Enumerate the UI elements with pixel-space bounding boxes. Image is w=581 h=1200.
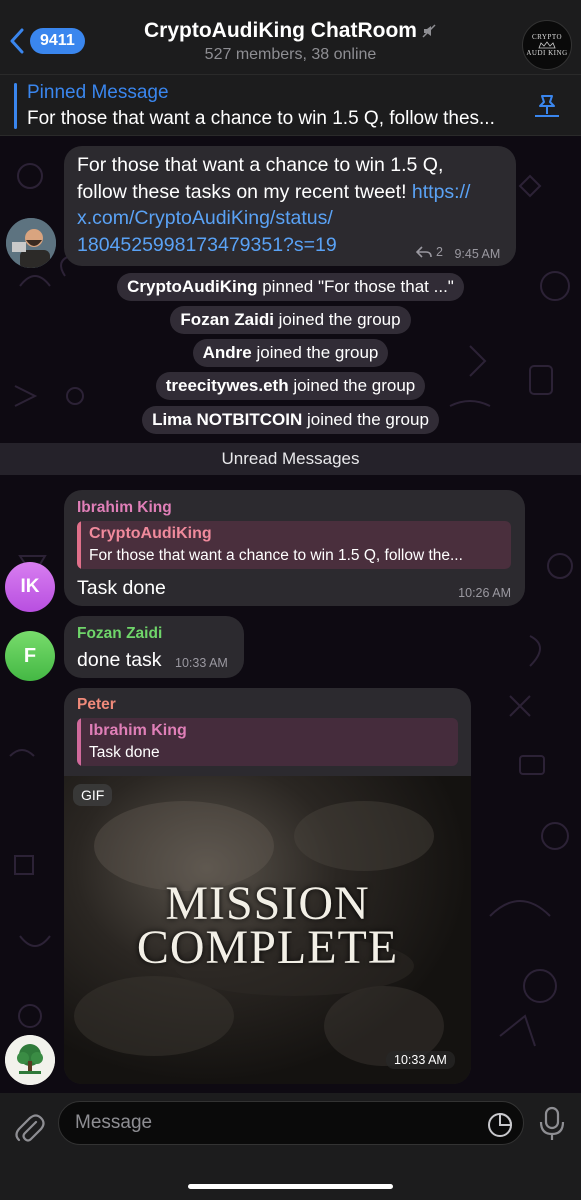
group-avatar-line1: CRYPTO <box>531 33 563 41</box>
message-text: done task <box>77 649 162 671</box>
quote-bar <box>77 718 81 766</box>
service-message: CryptoAudiKing pinned "For those that ..… <box>0 273 581 301</box>
sender-name[interactable]: Fozan Zaidi <box>77 625 162 643</box>
gif-media[interactable]: GIF MISSION COMPLETE 10:33 AM <box>64 776 471 1084</box>
sender-avatar-cryptoaudiking[interactable] <box>6 218 56 268</box>
pinned-message-bar[interactable]: Pinned Message For those that want a cha… <box>0 74 581 136</box>
chat-title-text: CryptoAudiKing ChatRoom <box>144 19 417 42</box>
tweet-link-part1[interactable]: https:// <box>412 181 471 203</box>
service-actor: CryptoAudiKing <box>127 277 258 296</box>
message-text-line2: follow these tasks on my recent tweet! <box>77 180 412 203</box>
sender-name[interactable]: Peter <box>77 696 116 714</box>
service-text: joined the group <box>288 376 416 395</box>
service-actor: treecitywes.eth <box>165 376 289 395</box>
message-time: 9:45 AM <box>454 247 501 261</box>
sender-avatar-fozan[interactable]: F <box>5 631 55 681</box>
chat-header: 9411 CryptoAudiKing ChatRoom 527 members… <box>0 0 581 74</box>
gif-caption-line2: COMPLETE <box>136 921 399 974</box>
message-bubble-tweet[interactable]: For those that want a chance to win 1.5 … <box>64 146 516 266</box>
message-text: Task done <box>77 577 166 599</box>
service-message: Fozan Zaidi joined the group <box>0 306 581 334</box>
message-field[interactable] <box>58 1101 524 1145</box>
reply-arrow-icon <box>416 246 432 258</box>
avatar-initials: IK <box>20 576 40 597</box>
reply-quote[interactable]: CryptoAudiKing For those that want a cha… <box>77 521 511 569</box>
avatar-initials: F <box>23 644 37 667</box>
tweet-link-part2[interactable]: x.com/CryptoAudiKing/status/ <box>77 207 333 229</box>
crown-icon <box>538 41 556 49</box>
muted-icon <box>422 24 436 38</box>
home-indicator[interactable] <box>188 1184 393 1189</box>
sender-avatar-ibrahim[interactable]: IK <box>5 562 55 612</box>
tree-logo-icon <box>5 1035 55 1085</box>
reply-count-number: 2 <box>436 245 443 259</box>
sticker-icon[interactable] <box>487 1112 513 1138</box>
quote-author: Ibrahim King <box>89 722 187 739</box>
chat-subtitle: 527 members, 38 online <box>204 46 377 63</box>
reply-count[interactable]: 2 <box>416 245 443 259</box>
sender-avatar-peter[interactable] <box>5 1035 55 1085</box>
service-text: pinned "For those that ..." <box>257 277 454 296</box>
pinned-text: For those that want a chance to win 1.5 … <box>27 108 495 129</box>
message-text-line1: For those that want a chance to win 1.5 … <box>77 154 444 176</box>
message-bubble-ibrahim[interactable]: Ibrahim King CryptoAudiKing For those th… <box>64 490 525 606</box>
reply-quote[interactable]: Ibrahim King Task done <box>77 718 458 766</box>
quote-text: For those that want a chance to win 1.5 … <box>89 547 463 564</box>
group-avatar-line2: AUDI KING <box>526 49 568 57</box>
message-bubble-fozan[interactable]: Fozan Zaidi done task 10:33 AM <box>64 616 244 678</box>
paperclip-icon[interactable] <box>12 1111 46 1145</box>
service-actor: Andre <box>202 343 252 362</box>
service-message: Andre joined the group <box>0 339 581 367</box>
message-time: 10:26 AM <box>458 586 511 600</box>
chat-title[interactable]: CryptoAudiKing ChatRoom <box>0 19 581 43</box>
message-list[interactable]: For those that want a chance to win 1.5 … <box>0 136 581 1093</box>
compose-bar <box>0 1093 581 1200</box>
pinned-title: Pinned Message <box>27 82 169 103</box>
pinned-list-icon[interactable] <box>533 92 561 120</box>
message-time: 10:33 AM <box>175 656 228 670</box>
message-time: 10:33 AM <box>386 1051 455 1069</box>
quote-text: Task done <box>89 744 160 761</box>
pinned-indicator <box>14 83 17 129</box>
message-input[interactable] <box>75 1102 475 1144</box>
tweet-link-part3[interactable]: 1804525998173479351?s=19 <box>77 234 337 256</box>
profile-photo-icon <box>6 218 56 268</box>
sender-name[interactable]: Ibrahim King <box>77 499 172 517</box>
service-text: joined the group <box>251 343 379 362</box>
unread-messages-divider: Unread Messages <box>0 443 581 475</box>
service-message: Lima NOTBITCOIN joined the group <box>0 406 581 434</box>
service-actor: Lima NOTBITCOIN <box>152 410 303 429</box>
service-actor: Fozan Zaidi <box>180 310 274 329</box>
microphone-icon[interactable] <box>538 1106 566 1142</box>
message-bubble-peter[interactable]: Peter Ibrahim King Task done GIF MISSION… <box>64 688 471 1084</box>
quote-author: CryptoAudiKing <box>89 525 212 542</box>
service-message: treecitywes.eth joined the group <box>0 372 581 400</box>
message-meta: 2 9:45 AM <box>416 245 500 261</box>
group-avatar[interactable]: CRYPTO AUDI KING <box>522 20 572 70</box>
service-text: joined the group <box>302 410 429 429</box>
service-text: joined the group <box>273 310 401 329</box>
quote-bar <box>77 521 81 569</box>
gif-badge: GIF <box>73 784 113 806</box>
message-text: For those that want a chance to win 1.5 … <box>77 152 507 258</box>
